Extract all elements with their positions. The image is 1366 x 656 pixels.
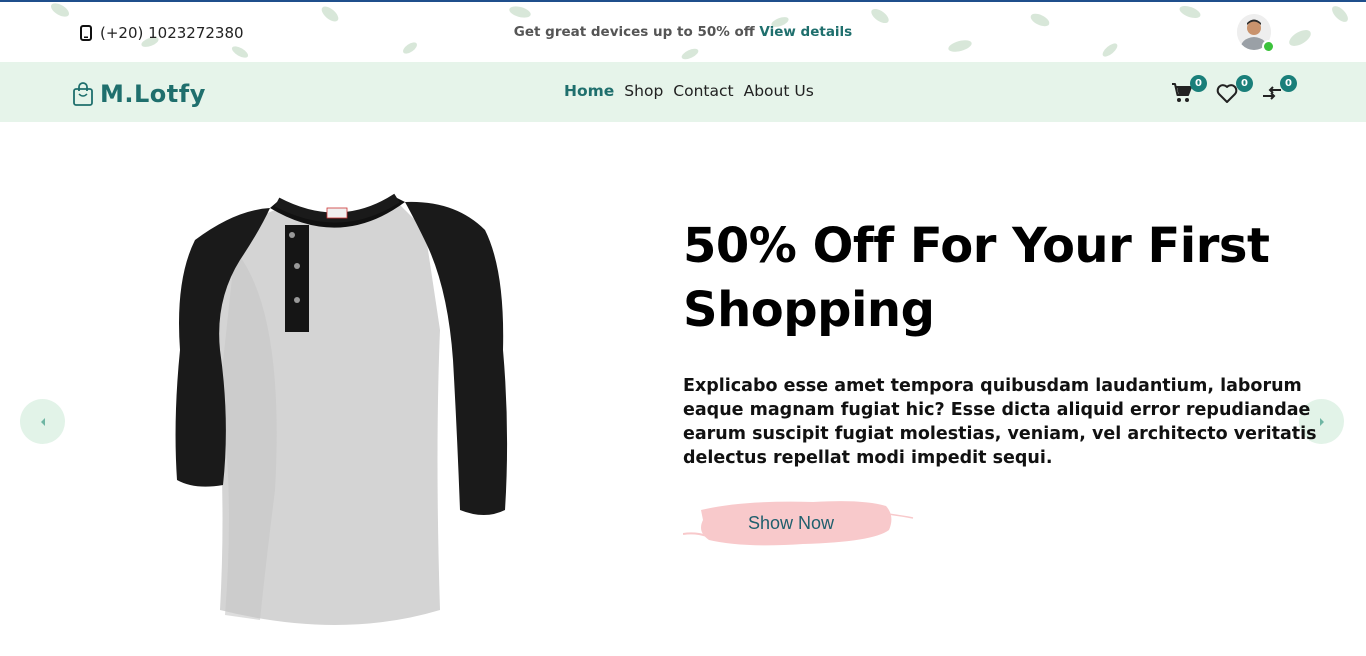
- nav-link-shop[interactable]: Shop: [624, 82, 663, 100]
- nav-icon-group: 0 0 0: [1170, 75, 1310, 110]
- promo-banner: Get great devices up to 50% off View det…: [0, 24, 1366, 40]
- wishlist-count-badge: 0: [1236, 75, 1253, 92]
- hero-description: Explicabo esse amet tempora quibusdam la…: [683, 376, 1317, 468]
- chevron-left-icon: [40, 417, 45, 426]
- top-bar: (+20) 1023272380 Get great devices up to…: [0, 0, 1366, 62]
- slider-prev-button[interactable]: [20, 399, 65, 444]
- shopping-bag-icon: [73, 82, 93, 106]
- site-logo[interactable]: M.Lotfy: [72, 80, 206, 108]
- compare-count-badge: 0: [1280, 75, 1297, 92]
- online-status-indicator: [1262, 40, 1275, 53]
- cart-count-badge: 0: [1190, 75, 1207, 92]
- hero-title: 50% Off For Your First Shopping: [683, 218, 1270, 338]
- show-now-button[interactable]: Show Now: [683, 496, 918, 550]
- logo-text: M.Lotfy: [100, 80, 206, 108]
- main-navbar: M.Lotfy Home Shop Contact About Us 0 0 0: [0, 62, 1366, 122]
- nav-link-home[interactable]: Home: [564, 82, 614, 100]
- nav-link-about-us[interactable]: About Us: [744, 82, 814, 100]
- cart-button[interactable]: 0: [1170, 75, 1207, 106]
- wishlist-button[interactable]: 0: [1215, 75, 1253, 106]
- compare-button[interactable]: 0: [1260, 75, 1297, 106]
- nav-link-contact[interactable]: Contact: [673, 82, 733, 100]
- product-shirt-image: [175, 193, 508, 625]
- show-now-label: Show Now: [747, 512, 835, 533]
- view-details-link[interactable]: View details: [759, 24, 852, 40]
- promo-text: Get great devices up to 50% off: [513, 24, 755, 40]
- nav-links: Home Shop Contact About Us: [564, 82, 814, 100]
